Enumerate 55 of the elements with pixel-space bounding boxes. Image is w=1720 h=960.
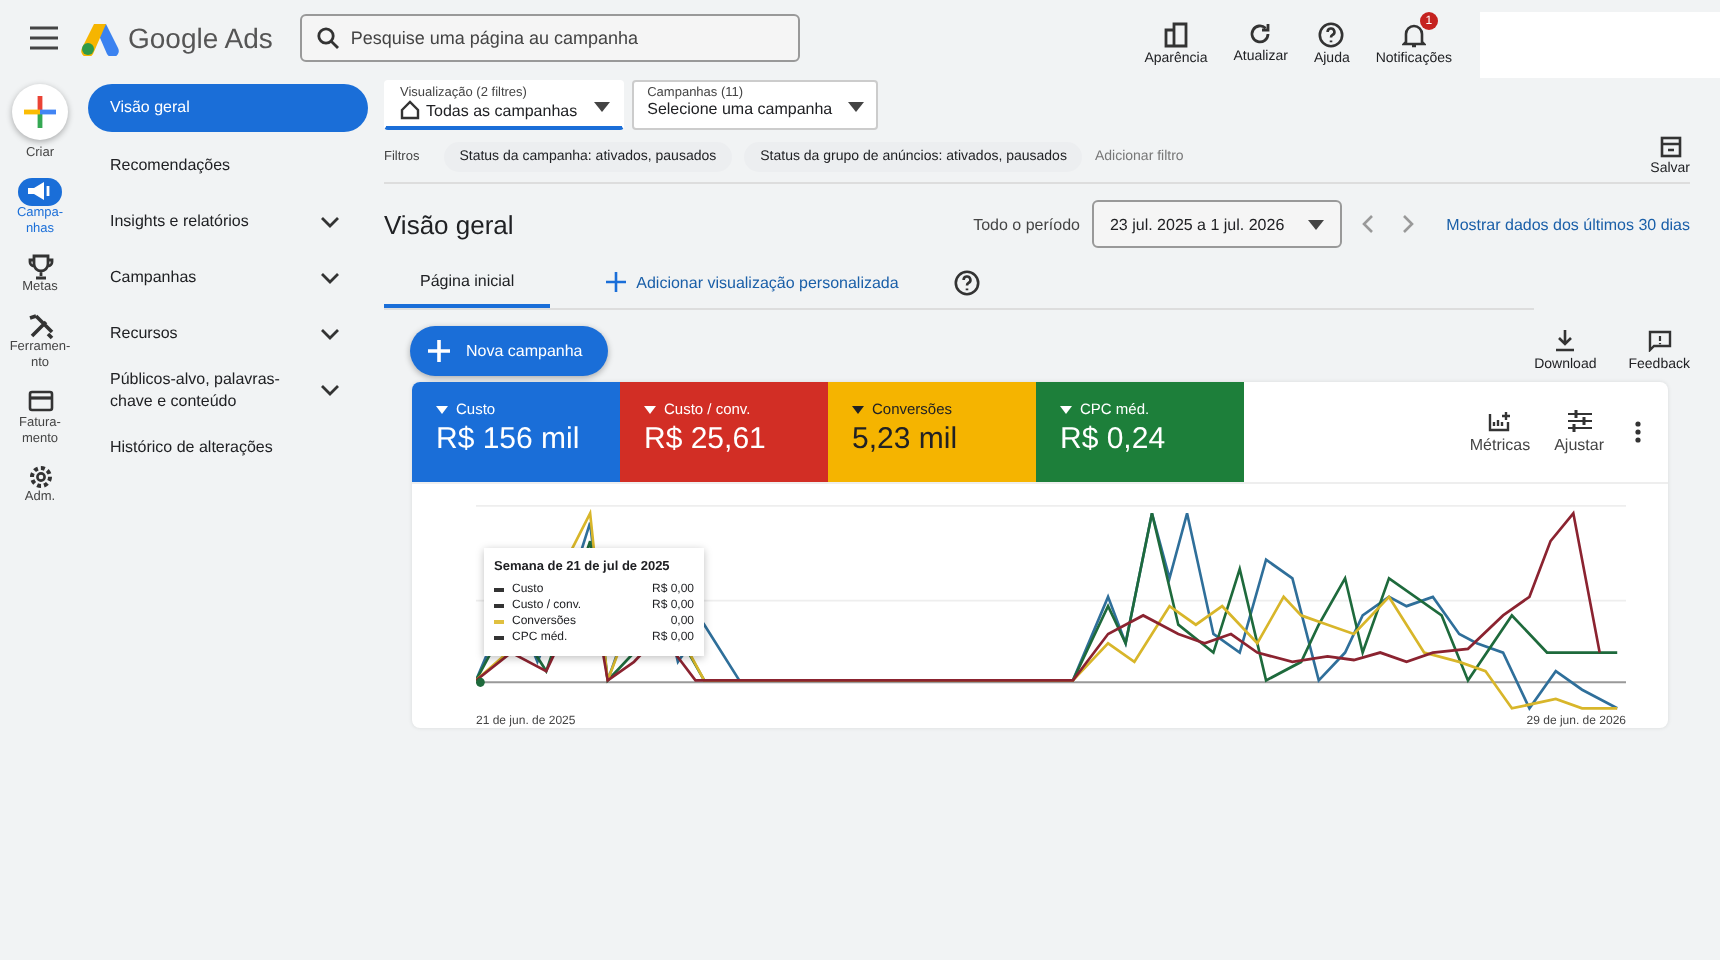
nav-item[interactable]: Histórico de alterações — [88, 424, 368, 469]
dropdown-arrow-icon — [1060, 405, 1072, 413]
help-icon — [1318, 22, 1345, 48]
adjust-button[interactable]: Ajustar — [1554, 410, 1604, 454]
plus-icon — [22, 94, 58, 130]
chevron-down-icon — [320, 216, 340, 228]
download-icon — [1554, 329, 1577, 351]
period-label: Todo o período — [973, 215, 1080, 233]
last-30-days-link[interactable]: Mostrar dados dos últimos 30 dias — [1446, 215, 1690, 233]
feedback-icon — [1647, 329, 1672, 351]
plus-icon — [606, 272, 627, 292]
refresh-icon — [1248, 22, 1273, 46]
product-name: Google Ads — [128, 22, 273, 54]
data-point — [476, 677, 485, 687]
metrics-button[interactable]: Métricas — [1469, 410, 1531, 454]
save-icon — [1659, 136, 1682, 158]
page-title: Visão geral — [384, 209, 514, 239]
chevron-right-icon — [1402, 214, 1415, 234]
new-campaign-button[interactable]: Nova campanha — [410, 325, 609, 375]
plus-icon — [428, 339, 450, 361]
sliders-icon — [1567, 410, 1592, 432]
search-field[interactable]: Pesquise uma página au campanha — [300, 14, 801, 62]
menu-icon — [28, 26, 60, 50]
nav-item[interactable]: Visão geral — [88, 84, 368, 132]
trophy-icon — [27, 253, 53, 280]
tab[interactable]: Adicionar visualização personalizada — [570, 256, 935, 308]
chart-plus-icon — [1487, 410, 1512, 432]
home-icon — [400, 100, 420, 120]
tab[interactable]: Página inicial — [384, 256, 551, 308]
nav-item[interactable]: Recomendações — [88, 144, 368, 188]
more-vert-icon — [1634, 420, 1642, 444]
dropdown-arrow-icon — [436, 405, 448, 413]
date-range-picker[interactable]: 23 jul. 2025 a 1 jul. 2026 — [1091, 200, 1343, 248]
nav-item[interactable]: Insights e relatórios — [88, 200, 368, 244]
chevron-down-icon — [320, 384, 340, 397]
nav-item[interactable]: Públicos-alvo, palavras-chave e conteúdo — [88, 368, 368, 413]
chevron-left-icon — [1362, 214, 1375, 234]
dropdown-arrow-icon — [593, 102, 610, 112]
building-icon — [1163, 22, 1188, 48]
chevron-down-icon — [320, 272, 340, 284]
dropdown-arrow-icon — [644, 405, 656, 413]
dropdown-arrow-icon — [848, 102, 865, 112]
dropdown-arrow-icon — [852, 405, 864, 413]
chevron-down-icon — [320, 328, 340, 340]
bell-icon — [1401, 22, 1426, 48]
dropdown-arrow-icon — [1308, 219, 1325, 229]
card-icon — [27, 390, 53, 413]
tools-icon — [27, 313, 53, 340]
nav-item[interactable]: Recursos — [88, 312, 368, 356]
megaphone-icon — [26, 180, 54, 203]
search-icon — [316, 26, 341, 50]
nav-item[interactable]: Campanhas — [88, 256, 368, 300]
ads-logo-icon — [80, 20, 120, 56]
gear-icon — [27, 463, 53, 490]
help-icon — [954, 269, 981, 295]
